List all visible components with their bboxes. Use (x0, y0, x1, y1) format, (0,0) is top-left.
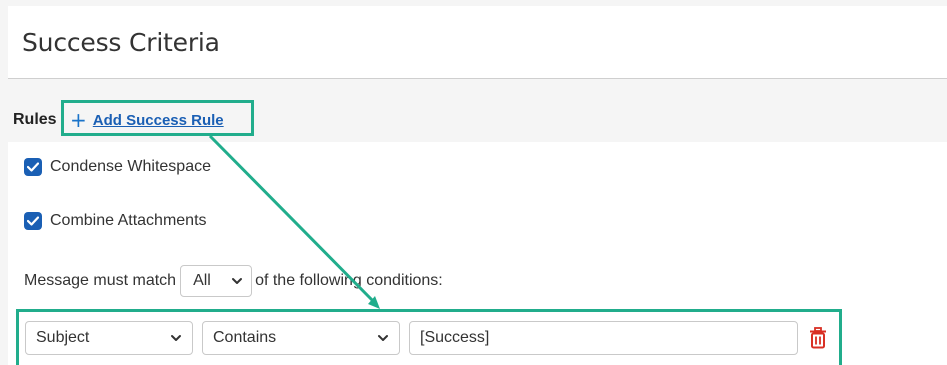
match-mode-value: All (193, 272, 211, 289)
chevron-down-icon (378, 335, 388, 341)
condense-whitespace-option[interactable]: Condense Whitespace (24, 158, 211, 176)
combine-attachments-checkbox[interactable] (24, 212, 42, 230)
condense-whitespace-label: Condense Whitespace (50, 158, 211, 175)
condition-value-input[interactable]: [Success] (409, 321, 798, 355)
checkmark-icon (27, 162, 39, 172)
page-title: Success Criteria (22, 28, 220, 57)
condition-field-select[interactable]: Subject (25, 321, 193, 355)
condition-operator-select[interactable]: Contains (202, 321, 400, 355)
condense-whitespace-checkbox[interactable] (24, 158, 42, 176)
condition-value-text: [Success] (420, 329, 490, 346)
match-mode-select[interactable]: All (180, 265, 253, 297)
match-condition-row: Message must match All of the following … (24, 264, 443, 298)
checkmark-icon (27, 216, 39, 226)
condition-operator-value: Contains (213, 329, 277, 346)
trash-icon[interactable] (808, 327, 828, 349)
match-prefix-text: Message must match (24, 272, 177, 289)
header-panel: Success Criteria (8, 6, 947, 79)
rules-label: Rules (13, 111, 57, 128)
match-suffix-text: of the following conditions: (255, 272, 443, 289)
combine-attachments-label: Combine Attachments (50, 212, 207, 229)
add-rule-highlight-box (61, 100, 254, 136)
combine-attachments-option[interactable]: Combine Attachments (24, 212, 207, 230)
chevron-down-icon (232, 278, 243, 284)
condition-field-value: Subject (36, 329, 90, 346)
chevron-down-icon (171, 335, 181, 341)
